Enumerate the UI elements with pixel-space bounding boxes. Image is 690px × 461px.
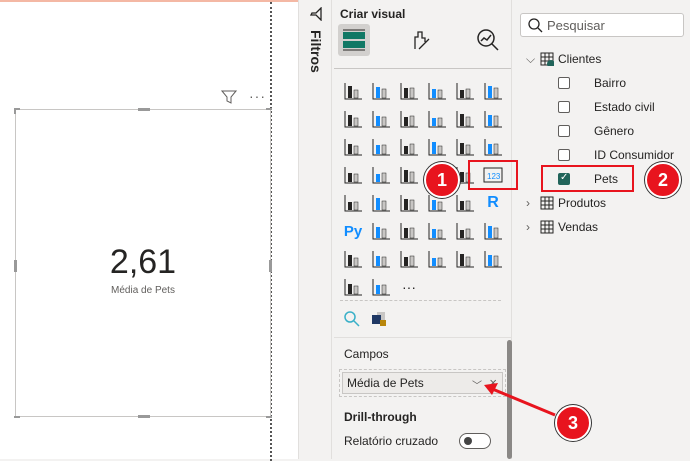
- annotation-badge: 3: [555, 405, 591, 441]
- annotation-arrow: [484, 383, 556, 417]
